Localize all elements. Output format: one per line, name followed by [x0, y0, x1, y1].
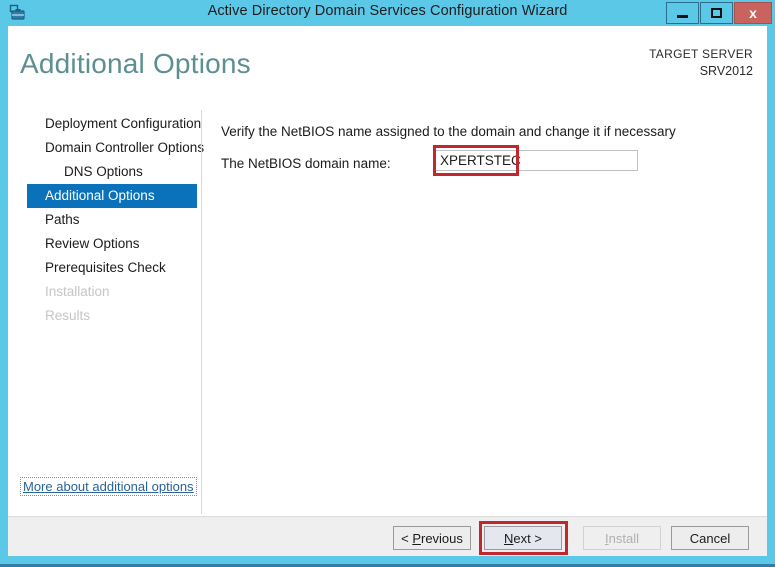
- page-title: Additional Options: [20, 48, 251, 79]
- previous-button[interactable]: < Previous: [393, 526, 471, 550]
- wizard-page: Additional Options TARGET SERVER SRV2012…: [8, 26, 767, 556]
- wizard-footer: < Previous Next > Install Cancel: [8, 516, 767, 556]
- sidebar-item-dns-options[interactable]: DNS Options: [8, 160, 201, 184]
- sidebar-item-results: Results: [45, 308, 91, 323]
- close-icon: x: [749, 5, 757, 21]
- netbios-domain-name-label: The NetBIOS domain name:: [221, 156, 391, 171]
- target-server-block: TARGET SERVER SRV2012: [649, 46, 753, 80]
- netbios-domain-name-input[interactable]: [435, 150, 638, 171]
- previous-button-label: < Previous: [401, 530, 463, 546]
- sidebar-item-prerequisites-check[interactable]: Prerequisites Check: [8, 256, 201, 280]
- close-button[interactable]: x: [734, 2, 772, 24]
- sidebar-item-review-options[interactable]: Review Options: [8, 232, 201, 256]
- target-server-label: TARGET SERVER: [649, 47, 753, 61]
- more-about-additional-options-link[interactable]: More about additional options: [20, 477, 197, 496]
- window-title: Active Directory Domain Services Configu…: [207, 3, 568, 19]
- target-server-name: SRV2012: [699, 64, 753, 78]
- sidebar-item-deployment-configuration[interactable]: Deployment Configuration: [8, 112, 201, 136]
- wizard-window: Active Directory Domain Services Configu…: [0, 0, 775, 567]
- install-button: Install: [583, 526, 661, 550]
- sidebar-item-additional-options[interactable]: Additional Options: [27, 184, 197, 208]
- minimize-button[interactable]: [666, 2, 699, 24]
- instruction-text: Verify the NetBIOS name assigned to the …: [221, 124, 676, 139]
- cancel-button[interactable]: Cancel: [671, 526, 749, 550]
- maximize-icon: [711, 8, 722, 18]
- maximize-button[interactable]: [700, 2, 733, 24]
- wizard-step-nav: Deployment Configuration Domain Controll…: [8, 112, 204, 328]
- sidebar-item-paths[interactable]: Paths: [8, 208, 201, 232]
- sidebar-item-domain-controller-options[interactable]: Domain Controller Options: [8, 136, 204, 160]
- cancel-button-label: Cancel: [689, 530, 731, 546]
- sidebar-divider: [201, 110, 202, 514]
- next-button[interactable]: Next >: [484, 526, 562, 550]
- next-button-label: Next >: [504, 530, 542, 546]
- sidebar-item-installation: Installation: [45, 284, 110, 299]
- title-bar[interactable]: Active Directory Domain Services Configu…: [0, 0, 775, 26]
- minimize-icon: [677, 14, 688, 18]
- install-button-label: Install: [605, 530, 639, 546]
